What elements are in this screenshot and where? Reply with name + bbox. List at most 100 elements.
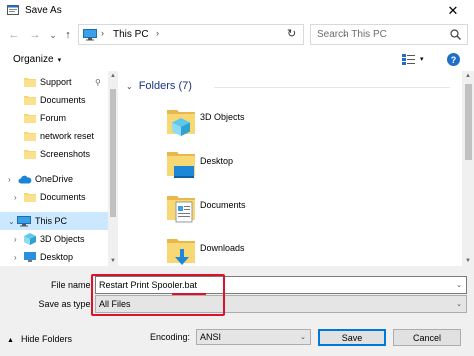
view-options-icon[interactable] bbox=[402, 54, 415, 65]
chevron-right-icon[interactable]: › bbox=[14, 253, 17, 262]
folder-label: Documents bbox=[200, 200, 246, 210]
search-box[interactable]: Search This PC bbox=[310, 24, 468, 45]
pin-icon: ⚲ bbox=[95, 77, 101, 87]
folder-documents[interactable]: Documents bbox=[166, 192, 366, 232]
sidebar-item-network-reset[interactable]: network reset bbox=[0, 127, 108, 145]
folders-group-header[interactable]: ⌄ Folders (7) bbox=[126, 80, 192, 92]
command-bar: Organize ▾ ▾ ? bbox=[0, 49, 474, 71]
scrollbar-thumb[interactable] bbox=[110, 89, 116, 217]
file-name-label: File name: bbox=[50, 280, 93, 290]
sidebar-item-this-pc[interactable]: ⌄ This PC bbox=[0, 212, 108, 230]
up-arrow-icon: ↑ bbox=[65, 29, 71, 41]
refresh-icon[interactable]: ↻ bbox=[287, 27, 296, 40]
hide-folders-button[interactable]: ▲ Hide Folders bbox=[7, 334, 72, 344]
sidebar-item-documents[interactable]: Documents bbox=[0, 91, 108, 109]
save-options-panel: File name: Restart Print Spooler.bat ⌄ S… bbox=[0, 266, 474, 356]
chevron-down-icon: ⌄ bbox=[456, 301, 462, 308]
sidebar-item-screenshots[interactable]: Screenshots bbox=[0, 145, 108, 163]
folder-3d-objects[interactable]: 3D Objects bbox=[166, 104, 366, 144]
up-button[interactable]: ↑ bbox=[60, 27, 76, 43]
chevron-down-icon: ⌄ bbox=[300, 334, 306, 341]
chevron-down-icon: ⌄ bbox=[49, 29, 57, 40]
sidebar-item-label: 3D Objects bbox=[40, 234, 85, 244]
window-title: Save As bbox=[25, 5, 62, 16]
view-dropdown-icon[interactable]: ▾ bbox=[420, 55, 424, 63]
breadcrumb-separator[interactable]: › bbox=[156, 28, 159, 38]
sidebar-item-desktop[interactable]: › Desktop bbox=[0, 248, 108, 266]
chevron-right-icon[interactable]: › bbox=[14, 193, 17, 202]
scroll-up-icon[interactable]: ▲ bbox=[465, 73, 471, 79]
computer-icon bbox=[17, 215, 31, 226]
address-row: ← → ⌄ ↑ › This PC › ⌄ ↻ Search This PC bbox=[0, 22, 474, 48]
folder-icon bbox=[24, 150, 36, 159]
documents-folder-icon bbox=[167, 196, 195, 223]
file-list: ⌄ Folders (7) 3D Objects Desktop Documen… bbox=[118, 71, 462, 266]
sidebar-item-support[interactable]: Support ⚲ bbox=[0, 73, 108, 91]
navigation-pane-scrollbar[interactable]: ▲ ▼ bbox=[108, 71, 118, 266]
back-arrow-icon: ← bbox=[8, 29, 20, 41]
group-title: Folders (7) bbox=[138, 80, 192, 92]
cube-icon bbox=[24, 233, 36, 245]
scrollbar-thumb[interactable] bbox=[465, 84, 472, 160]
breadcrumb-this-pc[interactable]: This PC bbox=[113, 29, 149, 40]
organize-dropdown-icon: ▾ bbox=[57, 57, 62, 64]
title-bar: Save As ✕ bbox=[0, 0, 474, 21]
navigation-pane: Support ⚲ Documents Forum network reset … bbox=[0, 71, 108, 266]
folder-label: Downloads bbox=[200, 243, 245, 253]
computer-icon bbox=[83, 29, 97, 41]
organize-label: Organize bbox=[13, 54, 54, 65]
sidebar-item-label: Support bbox=[40, 77, 72, 87]
back-button[interactable]: ← bbox=[6, 27, 22, 43]
sidebar-item-onedrive[interactable]: › OneDrive bbox=[0, 170, 108, 188]
help-icon[interactable]: ? bbox=[447, 53, 460, 66]
sidebar-item-label: Desktop bbox=[40, 252, 74, 262]
save-button[interactable]: Save bbox=[318, 329, 386, 346]
sidebar-item-label: Forum bbox=[40, 113, 67, 123]
organize-button[interactable]: Organize ▾ bbox=[13, 54, 61, 65]
forward-arrow-icon: → bbox=[29, 29, 41, 41]
sidebar-item-forum[interactable]: Forum bbox=[0, 109, 108, 127]
folder-icon bbox=[24, 132, 36, 141]
breadcrumb-separator: › bbox=[101, 28, 104, 38]
group-divider bbox=[214, 87, 450, 88]
encoding-select[interactable]: ANSI ⌄ bbox=[196, 329, 311, 345]
highlight-annotation-box bbox=[91, 274, 225, 316]
folder-icon bbox=[24, 193, 36, 202]
encoding-label: Encoding: bbox=[150, 332, 191, 342]
scroll-up-icon[interactable]: ▲ bbox=[110, 73, 116, 79]
scroll-down-icon[interactable]: ▼ bbox=[110, 258, 116, 264]
recent-locations-button[interactable]: ⌄ bbox=[45, 27, 61, 43]
folder-icon bbox=[24, 78, 36, 87]
folder-downloads[interactable]: Downloads bbox=[166, 235, 366, 266]
address-bar[interactable]: › This PC › ⌄ bbox=[78, 24, 348, 45]
chevron-down-icon[interactable]: ⌄ bbox=[8, 217, 15, 226]
chevron-right-icon[interactable]: › bbox=[14, 235, 17, 244]
sidebar-item-label: Screenshots bbox=[40, 149, 91, 159]
scroll-down-icon[interactable]: ▼ bbox=[465, 258, 471, 264]
sidebar-item-3d-objects[interactable]: › 3D Objects bbox=[0, 230, 108, 248]
hide-folders-label: Hide Folders bbox=[20, 334, 72, 344]
sidebar-item-onedrive-documents[interactable]: › Documents bbox=[0, 188, 108, 206]
forward-button[interactable]: → bbox=[27, 27, 43, 43]
search-placeholder: Search This PC bbox=[317, 29, 387, 40]
cancel-button[interactable]: Cancel bbox=[393, 329, 461, 346]
folder-desktop[interactable]: Desktop bbox=[166, 148, 366, 188]
chevron-down-icon: ⌄ bbox=[126, 82, 133, 91]
cube-folder-icon bbox=[167, 110, 195, 136]
chevron-right-icon[interactable]: › bbox=[8, 175, 11, 184]
sidebar-item-label: Documents bbox=[40, 192, 86, 202]
encoding-value: ANSI bbox=[200, 332, 222, 342]
folder-icon bbox=[24, 96, 36, 105]
sidebar-item-label: OneDrive bbox=[35, 174, 74, 184]
sidebar-item-label: This PC bbox=[35, 216, 68, 226]
downloads-folder-icon bbox=[167, 239, 195, 265]
close-button[interactable]: ✕ bbox=[432, 0, 474, 21]
file-list-scrollbar[interactable]: ▲ ▼ bbox=[462, 71, 474, 266]
folder-icon bbox=[24, 114, 36, 123]
desktop-folder-icon bbox=[167, 152, 195, 178]
sidebar-item-label: Documents bbox=[40, 95, 86, 105]
close-icon: ✕ bbox=[447, 2, 459, 18]
desktop-icon bbox=[24, 252, 36, 262]
save-as-app-icon bbox=[7, 5, 19, 15]
chevron-down-icon[interactable]: ⌄ bbox=[456, 281, 462, 289]
